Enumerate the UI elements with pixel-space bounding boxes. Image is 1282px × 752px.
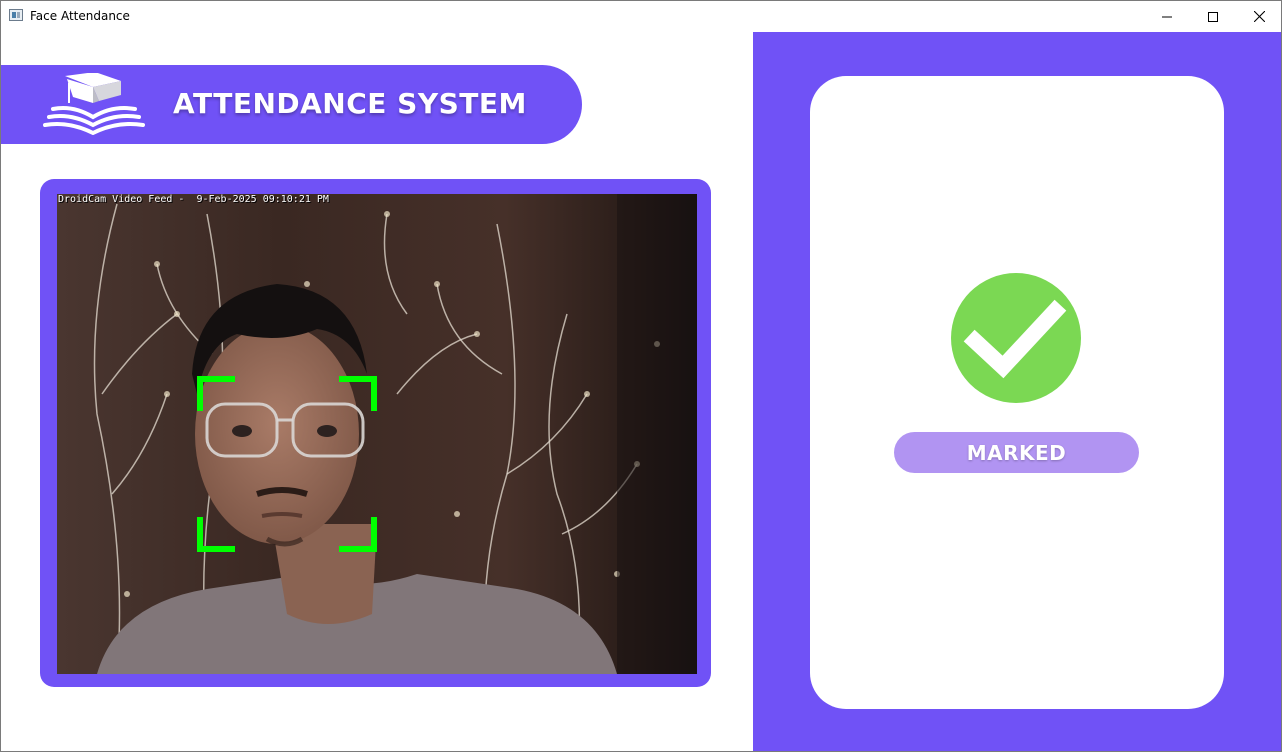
page-title: ATTENDANCE SYSTEM (173, 87, 527, 120)
status-badge: MARKED (894, 432, 1139, 473)
status-card: MARKED (810, 76, 1224, 709)
app-window-icon (9, 9, 23, 21)
check-circle-icon (951, 273, 1081, 403)
maximize-button[interactable] (1190, 1, 1236, 32)
status-panel: MARKED (753, 32, 1281, 751)
maximize-icon (1208, 11, 1218, 22)
title-bar[interactable]: Face Attendance (1, 1, 1281, 32)
window-title: Face Attendance (30, 9, 130, 23)
header-banner: ATTENDANCE SYSTEM (1, 65, 582, 144)
minimize-icon (1162, 16, 1172, 17)
close-button[interactable] (1236, 1, 1281, 32)
camera-feed: DroidCam Video Feed - 9-Feb-2025 09:10:2… (57, 194, 697, 674)
app-window: Face Attendance ATTENDANCE SYSTEM DroidC… (0, 0, 1282, 752)
close-icon (1253, 11, 1265, 22)
minimize-button[interactable] (1144, 1, 1190, 32)
video-frame: DroidCam Video Feed - 9-Feb-2025 09:10:2… (40, 179, 711, 687)
graduation-cap-book-icon (43, 73, 145, 135)
feed-timestamp-overlay: DroidCam Video Feed - 9-Feb-2025 09:10:2… (58, 194, 329, 205)
camera-image (57, 194, 697, 674)
